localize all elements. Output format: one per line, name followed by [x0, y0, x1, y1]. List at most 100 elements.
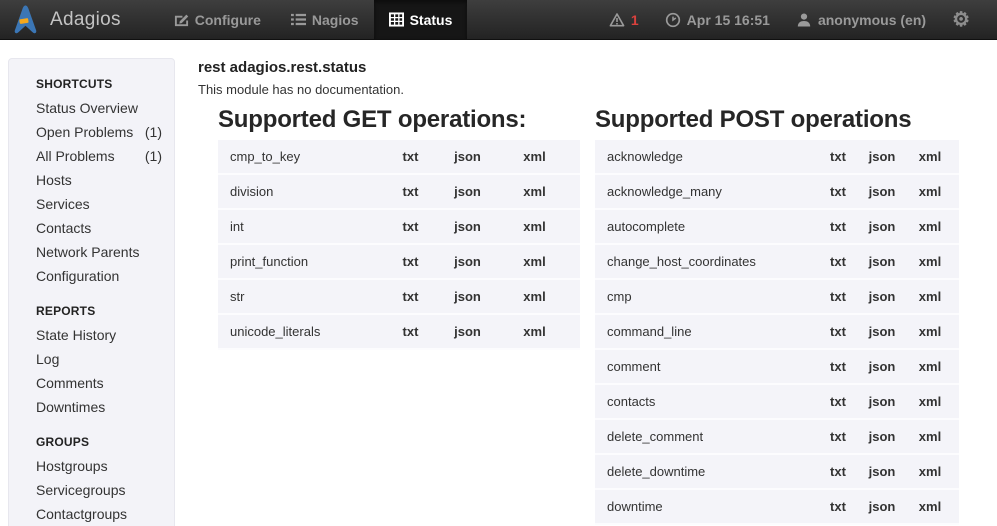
sidebar-item[interactable]: Services: [9, 192, 174, 216]
brand-title: Adagios: [50, 9, 121, 31]
operation-name: change_host_coordinates: [595, 254, 816, 269]
settings-button[interactable]: ⚙: [939, 0, 983, 40]
sidebar-item-label: Log: [36, 347, 162, 371]
sidebar-item[interactable]: All Problems (1): [9, 144, 174, 168]
json-link[interactable]: json: [860, 499, 904, 514]
main-menu: Configure Nagios Status: [159, 0, 468, 39]
nav-item-label: Nagios: [312, 12, 359, 28]
json-link[interactable]: json: [860, 464, 904, 479]
txt-link[interactable]: txt: [816, 219, 860, 234]
user-menu[interactable]: anonymous (en): [783, 12, 939, 28]
operation-name: delete_comment: [595, 429, 816, 444]
xml-link[interactable]: xml: [908, 219, 952, 234]
user-icon: [796, 12, 812, 28]
xml-link[interactable]: xml: [908, 324, 952, 339]
table-row: acknowledge_many txt json xml: [595, 175, 959, 210]
txt-link[interactable]: txt: [382, 324, 439, 339]
operation-name: cmp: [595, 289, 816, 304]
username-label: anonymous (en): [818, 12, 926, 28]
json-link[interactable]: json: [860, 219, 904, 234]
post-operations-table: acknowledge txt json xml acknowledge_man…: [595, 140, 959, 525]
json-link[interactable]: json: [439, 289, 496, 304]
txt-link[interactable]: txt: [816, 499, 860, 514]
sidebar-item[interactable]: Status Overview: [9, 96, 174, 120]
sidebar-item[interactable]: Contacts: [9, 216, 174, 240]
alerts-indicator[interactable]: 1: [596, 12, 652, 28]
xml-link[interactable]: xml: [506, 184, 563, 199]
xml-link[interactable]: xml: [908, 394, 952, 409]
operation-name: acknowledge: [595, 149, 816, 164]
nav-item-nagios[interactable]: Nagios: [276, 0, 374, 39]
sidebar-item[interactable]: Open Problems (1): [9, 120, 174, 144]
xml-link[interactable]: xml: [908, 499, 952, 514]
sidebar-item-label: Hostgroups: [36, 454, 162, 478]
txt-link[interactable]: txt: [382, 219, 439, 234]
xml-link[interactable]: xml: [908, 254, 952, 269]
txt-link[interactable]: txt: [816, 429, 860, 444]
json-link[interactable]: json: [439, 184, 496, 199]
sidebar-item[interactable]: State History: [9, 323, 174, 347]
txt-link[interactable]: txt: [816, 149, 860, 164]
json-link[interactable]: json: [860, 149, 904, 164]
get-operations-table: cmp_to_key txt json xml division txt jso…: [218, 140, 580, 350]
sidebar-item[interactable]: Servicegroups: [9, 478, 174, 502]
xml-link[interactable]: xml: [908, 429, 952, 444]
sidebar-item[interactable]: Log: [9, 347, 174, 371]
xml-link[interactable]: xml: [506, 219, 563, 234]
json-link[interactable]: json: [860, 394, 904, 409]
sidebar-item[interactable]: Hostgroups: [9, 454, 174, 478]
json-link[interactable]: json: [860, 359, 904, 374]
json-link[interactable]: json: [439, 149, 496, 164]
json-link[interactable]: json: [860, 254, 904, 269]
txt-link[interactable]: txt: [382, 184, 439, 199]
adagios-logo-icon: [13, 4, 38, 35]
txt-link[interactable]: txt: [382, 289, 439, 304]
xml-link[interactable]: xml: [908, 359, 952, 374]
json-link[interactable]: json: [439, 254, 496, 269]
txt-link[interactable]: txt: [816, 324, 860, 339]
clock-widget[interactable]: Apr 15 16:51: [652, 12, 783, 28]
sidebar-item[interactable]: Downtimes: [9, 395, 174, 419]
sidebar-item[interactable]: Contactgroups: [9, 502, 174, 526]
operation-name: cmp_to_key: [218, 149, 382, 164]
xml-link[interactable]: xml: [908, 464, 952, 479]
operation-name: command_line: [595, 324, 816, 339]
json-link[interactable]: json: [439, 219, 496, 234]
navbar-right: 1 Apr 15 16:51 anonymous (en) ⚙: [596, 0, 997, 39]
sidebar-item-label: Network Parents: [36, 240, 162, 264]
sidebar-item-label: Configuration: [36, 264, 162, 288]
sidebar-item[interactable]: Comments: [9, 371, 174, 395]
xml-link[interactable]: xml: [908, 289, 952, 304]
sidebar-item[interactable]: Hosts: [9, 168, 174, 192]
json-link[interactable]: json: [860, 289, 904, 304]
txt-link[interactable]: txt: [382, 254, 439, 269]
xml-link[interactable]: xml: [506, 289, 563, 304]
xml-link[interactable]: xml: [506, 254, 563, 269]
txt-link[interactable]: txt: [382, 149, 439, 164]
txt-link[interactable]: txt: [816, 394, 860, 409]
txt-link[interactable]: txt: [816, 254, 860, 269]
nav-item-status[interactable]: Status: [374, 0, 468, 39]
table-row: int txt json xml: [218, 210, 580, 245]
txt-link[interactable]: txt: [816, 184, 860, 199]
sidebar-item-count: (1): [145, 144, 162, 168]
nav-item-label: Configure: [195, 12, 261, 28]
xml-link[interactable]: xml: [506, 149, 563, 164]
brand-logo-link[interactable]: Adagios: [0, 0, 131, 39]
txt-link[interactable]: txt: [816, 289, 860, 304]
nav-item-configure[interactable]: Configure: [159, 0, 276, 39]
sidebar-section-title: SHORTCUTS: [9, 74, 174, 96]
json-link[interactable]: json: [860, 324, 904, 339]
operation-name: print_function: [218, 254, 382, 269]
xml-link[interactable]: xml: [506, 324, 563, 339]
operation-name: unicode_literals: [218, 324, 382, 339]
sidebar-item[interactable]: Configuration: [9, 264, 174, 288]
json-link[interactable]: json: [860, 184, 904, 199]
json-link[interactable]: json: [439, 324, 496, 339]
sidebar-item[interactable]: Network Parents: [9, 240, 174, 264]
xml-link[interactable]: xml: [908, 184, 952, 199]
json-link[interactable]: json: [860, 429, 904, 444]
txt-link[interactable]: txt: [816, 359, 860, 374]
xml-link[interactable]: xml: [908, 149, 952, 164]
txt-link[interactable]: txt: [816, 464, 860, 479]
